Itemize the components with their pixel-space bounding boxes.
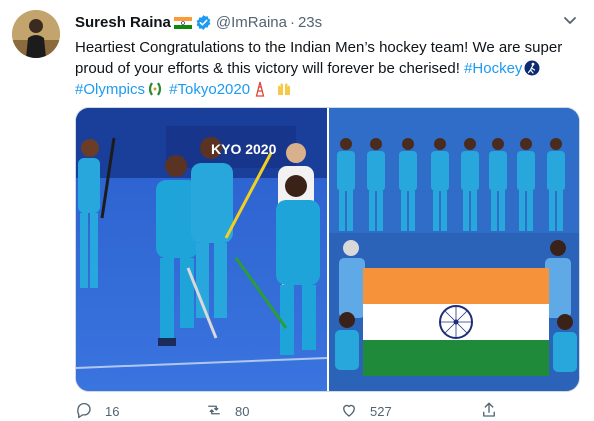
author-name[interactable]: Suresh Raina bbox=[75, 14, 171, 31]
reply-button[interactable]: 16 bbox=[75, 401, 119, 421]
hashtag-tokyo2020[interactable]: #Tokyo2020 bbox=[169, 81, 250, 98]
tweet-timestamp[interactable]: 23s bbox=[298, 14, 322, 31]
separator-dot: · bbox=[289, 13, 295, 31]
hashtag-olympics[interactable]: #Olympics bbox=[75, 81, 145, 98]
avatar[interactable] bbox=[12, 10, 60, 58]
tweet-text: Heartiest Congratulations to the Indian … bbox=[75, 37, 580, 100]
like-count: 527 bbox=[370, 404, 392, 419]
hashtag-hockey[interactable]: #Hockey bbox=[464, 60, 522, 77]
share-button[interactable] bbox=[480, 401, 498, 421]
india-flag-icon bbox=[173, 16, 192, 29]
hockey-hashflag-icon bbox=[524, 60, 540, 76]
media-grid[interactable]: KYO 2020 bbox=[75, 107, 580, 392]
tweet-header: Suresh Raina @ImRaina · 23s bbox=[75, 12, 322, 32]
banner-text: KYO 2020 bbox=[211, 141, 277, 157]
retweet-icon bbox=[205, 401, 223, 421]
tweet-card[interactable]: Suresh Raina @ImRaina · 23s Heartiest Co… bbox=[0, 0, 594, 421]
share-icon bbox=[480, 401, 498, 421]
retweet-count: 80 bbox=[235, 404, 250, 419]
like-icon bbox=[340, 401, 358, 421]
retweet-button[interactable]: 80 bbox=[205, 401, 249, 421]
photo-celebration[interactable]: KYO 2020 bbox=[76, 108, 327, 391]
raising-hands-icon bbox=[276, 81, 292, 97]
reply-icon bbox=[75, 401, 93, 421]
india-flag-photo bbox=[363, 268, 549, 376]
tokyo-tower-icon bbox=[252, 81, 268, 97]
laurel-wreath-icon bbox=[147, 81, 163, 97]
like-button[interactable]: 527 bbox=[340, 401, 392, 421]
author-handle[interactable]: @ImRaina bbox=[216, 14, 287, 31]
verified-badge-icon bbox=[195, 14, 212, 31]
reply-count: 16 bbox=[105, 404, 120, 419]
tweet-action-bar: 16 80 527 bbox=[75, 401, 580, 421]
photo-team-flag[interactable] bbox=[329, 108, 579, 391]
more-options-icon[interactable] bbox=[560, 14, 580, 28]
